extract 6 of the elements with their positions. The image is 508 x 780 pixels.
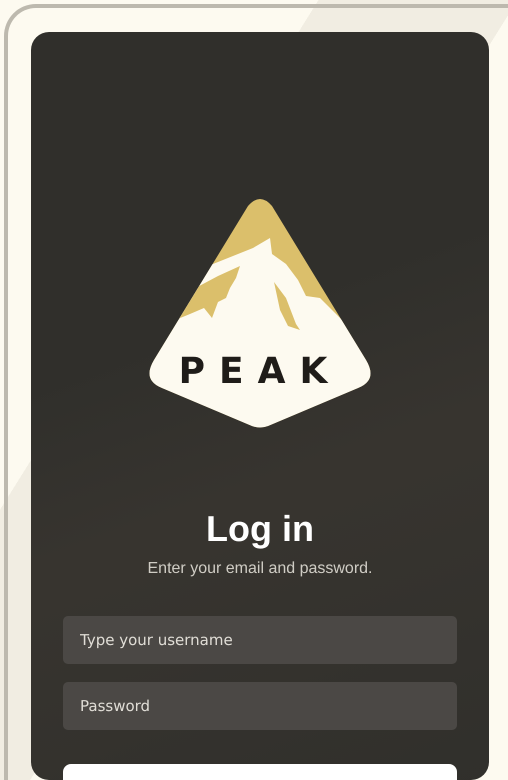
input-field[interactable]: Password	[63, 682, 457, 730]
submit-button[interactable]	[63, 764, 457, 780]
login-heading: Log in	[206, 508, 314, 550]
brand-name: PEAK	[178, 351, 342, 392]
login-subtitle: Enter your email and password.	[148, 560, 372, 578]
input-field[interactable]: Type your username	[63, 616, 457, 664]
